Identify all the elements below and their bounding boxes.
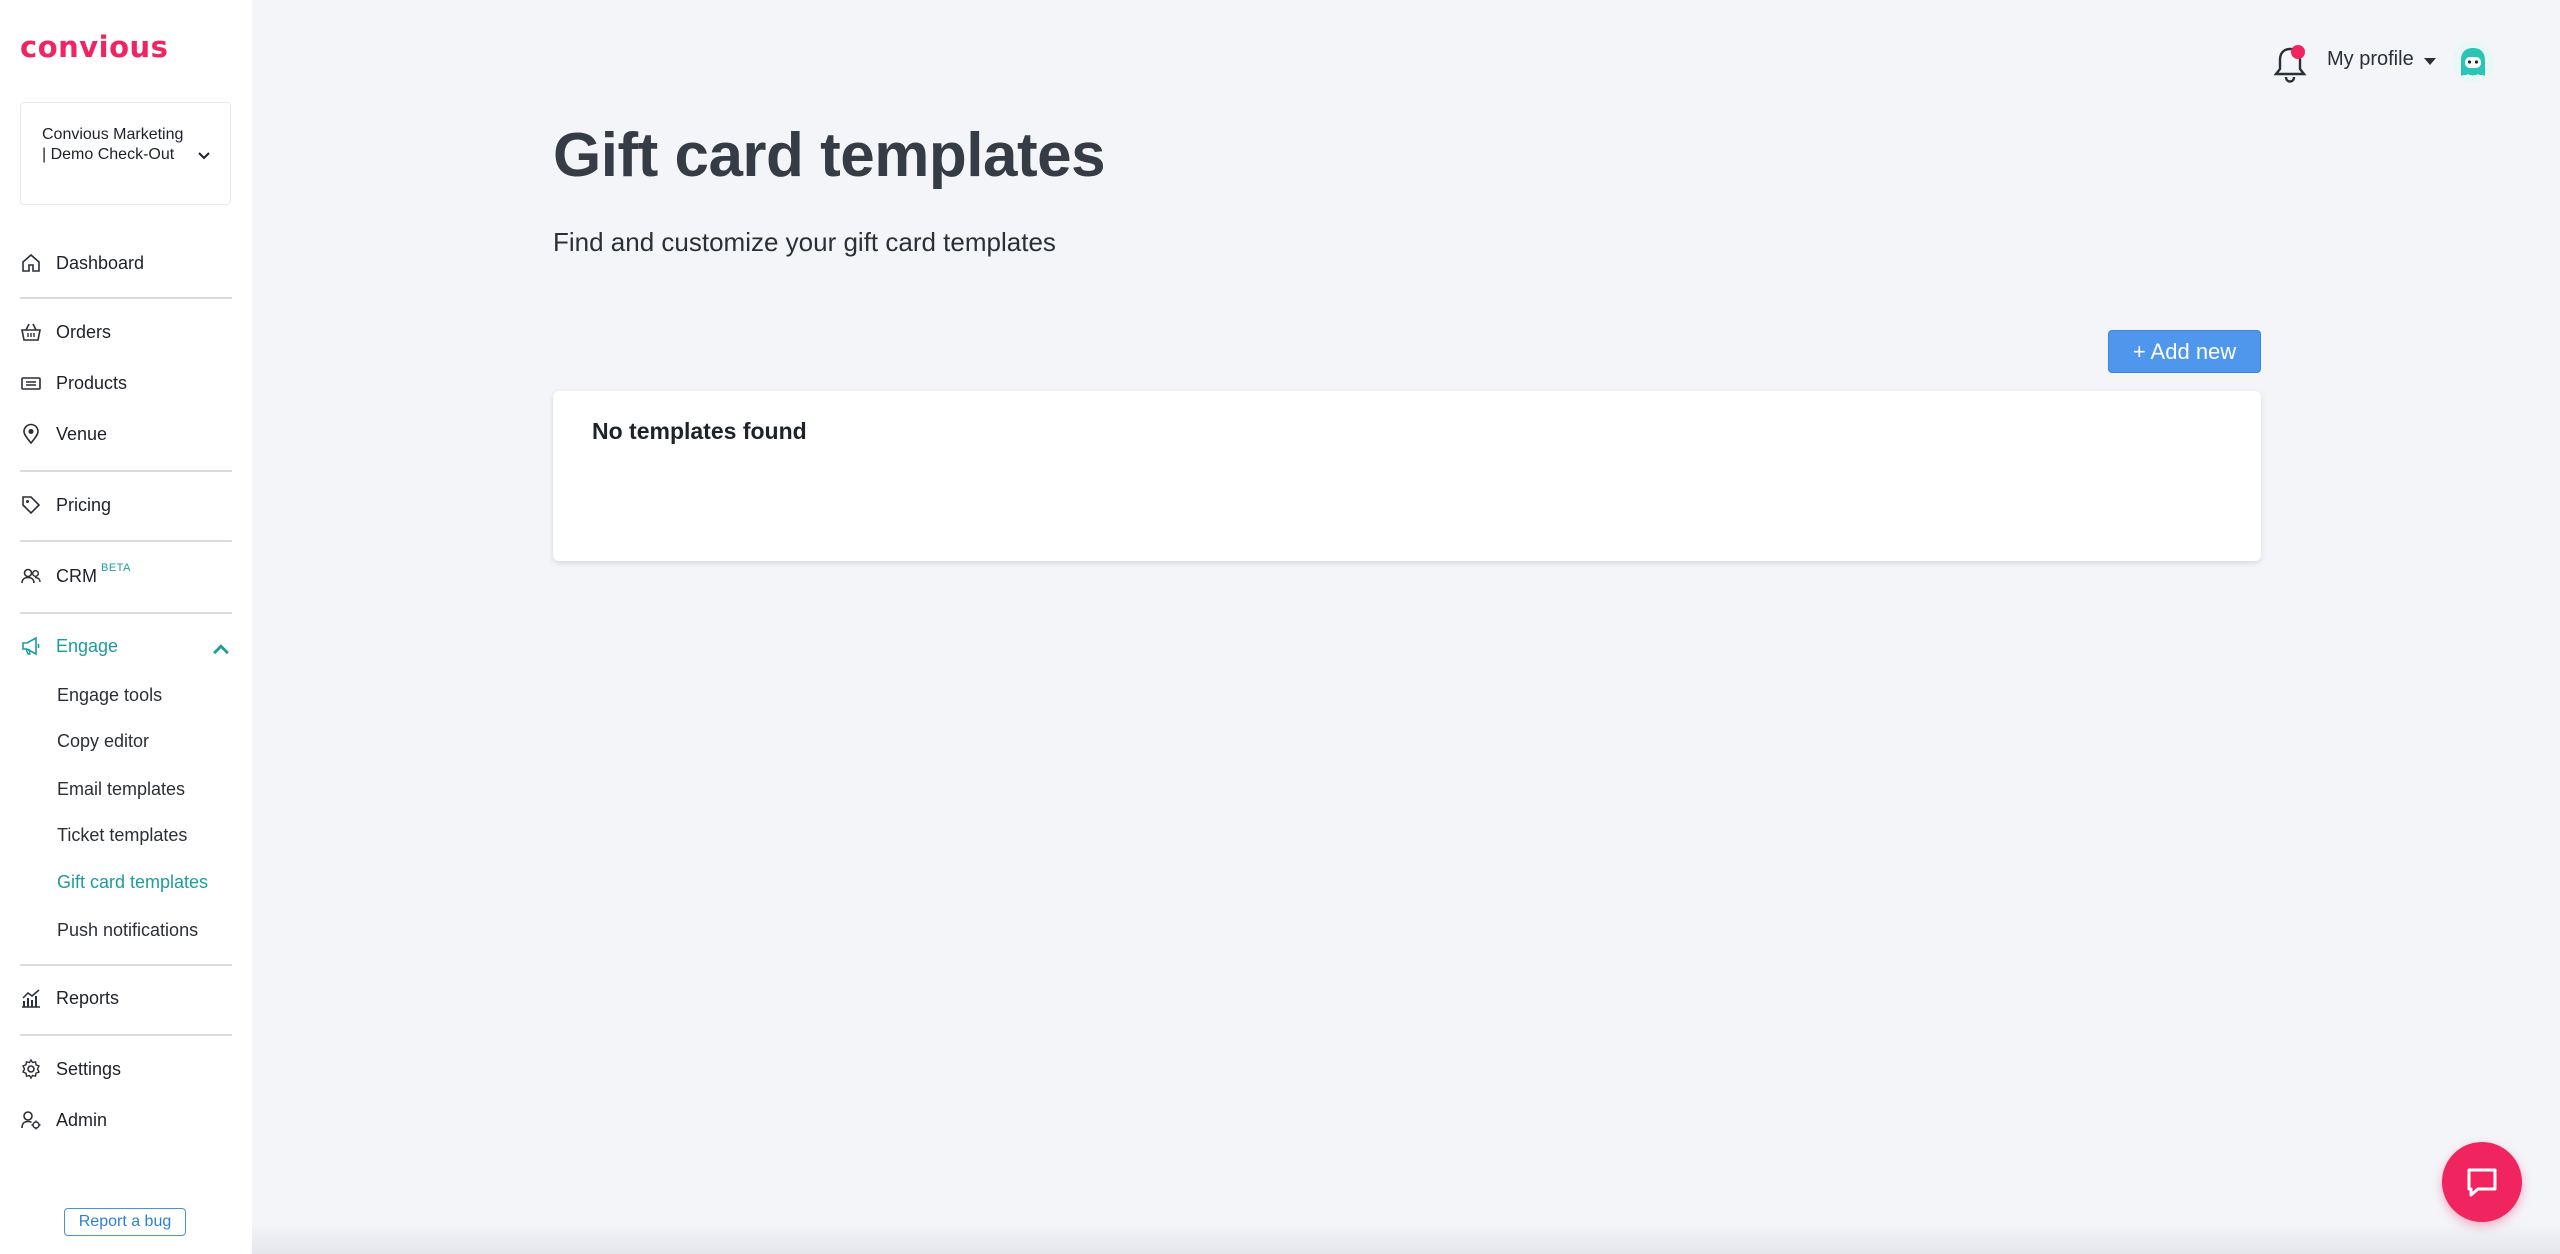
sidebar-subitem-gift-card-templates[interactable]: Gift card templates — [57, 872, 208, 893]
sidebar-divider — [20, 470, 232, 472]
avatar[interactable] — [2451, 40, 2495, 84]
sidebar-item-label: Products — [56, 372, 128, 393]
sidebar-item-label: Orders — [56, 321, 112, 342]
chevron-up-icon — [213, 644, 229, 655]
account-name: Convious Marketing | Demo Check-Out — [42, 126, 184, 163]
sidebar-divider — [20, 612, 232, 614]
empty-state-message: No templates found — [592, 418, 807, 444]
user-gear-icon — [20, 1109, 42, 1131]
sidebar-subitem-ticket-templates[interactable]: Ticket templates — [57, 825, 187, 846]
profile-label: My profile — [2327, 48, 2414, 70]
ticket-icon — [20, 372, 42, 394]
sidebar-item-engage[interactable]: Engage — [20, 631, 232, 661]
sidebar-item-label: Reports — [56, 987, 120, 1008]
page-subtitle: Find and customize your gift card templa… — [553, 227, 1056, 257]
chart-icon — [20, 987, 42, 1009]
sidebar-item-label: Settings — [56, 1058, 122, 1079]
basket-icon — [20, 321, 42, 343]
home-icon — [20, 252, 42, 274]
report-bug-button[interactable]: Report a bug — [64, 1208, 186, 1236]
page-title: Gift card templates — [553, 121, 1106, 190]
sidebar-item-label: Admin — [56, 1109, 108, 1130]
beta-badge: BETA — [101, 562, 131, 574]
chat-icon — [2467, 1168, 2497, 1197]
tag-icon — [20, 494, 42, 516]
users-icon — [20, 565, 42, 587]
megaphone-icon — [20, 635, 42, 657]
sidebar-subitem-push-notifications[interactable]: Push notifications — [57, 920, 198, 941]
add-new-button[interactable]: + Add new — [2108, 330, 2261, 373]
templates-card: No templates found — [553, 391, 2261, 561]
location-pin-icon — [20, 423, 42, 445]
sidebar-item-reports[interactable]: Reports — [20, 983, 232, 1013]
sidebar-item-dashboard[interactable]: Dashboard — [20, 248, 232, 278]
sidebar-item-settings[interactable]: Settings — [20, 1054, 232, 1084]
sidebar-subitem-copy-editor[interactable]: Copy editor — [57, 731, 149, 752]
sidebar-divider — [20, 964, 232, 966]
sidebar-item-admin[interactable]: Admin — [20, 1105, 232, 1135]
sidebar-item-crm[interactable]: CRM BETA — [20, 561, 232, 591]
sidebar-item-label: Engage — [56, 635, 119, 656]
sidebar-item-label: Dashboard — [56, 252, 145, 273]
sidebar-divider — [20, 297, 232, 299]
bottom-shade — [252, 1222, 2560, 1254]
sidebar-subitem-engage-tools[interactable]: Engage tools — [57, 685, 162, 706]
sidebar-item-label: CRM — [56, 565, 97, 586]
sidebar-item-pricing[interactable]: Pricing — [20, 490, 232, 520]
caret-down-icon — [2423, 57, 2436, 65]
sidebar-subitem-email-templates[interactable]: Email templates — [57, 779, 185, 800]
sidebar-divider — [20, 1034, 232, 1036]
chat-button[interactable] — [2442, 1142, 2522, 1222]
chevron-down-icon — [198, 152, 210, 160]
convious-logo[interactable]: convious — [20, 30, 168, 64]
sidebar-item-orders[interactable]: Orders — [20, 317, 232, 347]
sidebar-item-products[interactable]: Products — [20, 368, 232, 398]
sidebar: convious Convious Marketing | Demo Check… — [0, 0, 252, 1254]
profile-menu[interactable]: My profile — [2327, 48, 2436, 71]
gear-icon — [20, 1058, 42, 1080]
notification-dot — [2291, 45, 2305, 59]
sidebar-item-venue[interactable]: Venue — [20, 419, 232, 449]
sidebar-divider — [20, 540, 232, 542]
sidebar-item-label: Pricing — [56, 494, 112, 515]
account-selector[interactable]: Convious Marketing | Demo Check-Out — [20, 102, 231, 205]
sidebar-item-label: Venue — [56, 423, 108, 444]
